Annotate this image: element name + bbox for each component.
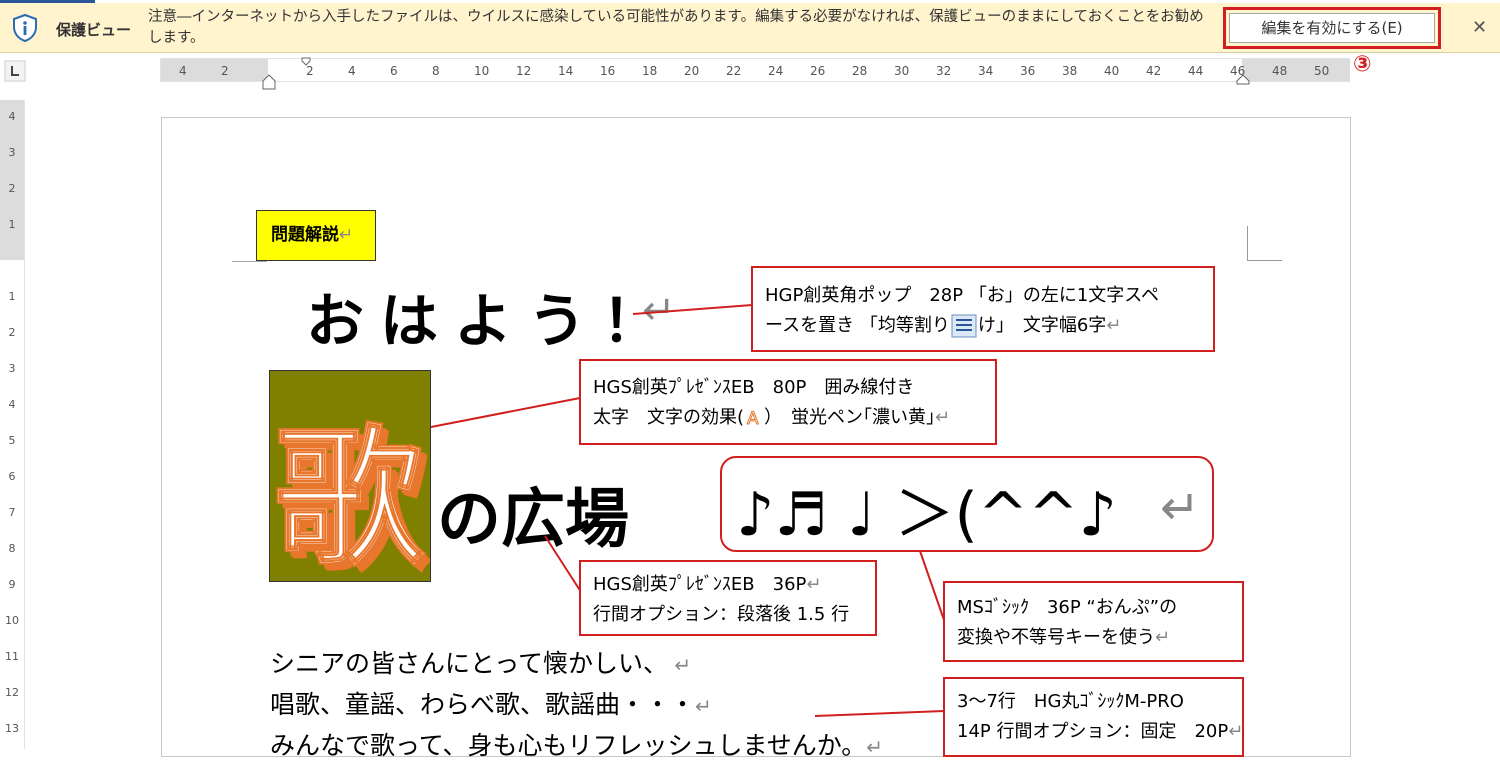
ruler-number: 10: [474, 64, 490, 78]
ruler-number: 32: [936, 64, 952, 78]
ruler-number: 11: [5, 650, 19, 663]
label-problem-explanation: 問題解説↵: [256, 210, 376, 261]
callout-hiroba-line-2: 行間オプション：段落後 1.5 行: [593, 604, 850, 625]
ruler-number: 24: [768, 64, 784, 78]
callout-hiroba: HGS創英ﾌﾟﾚｾﾞﾝｽEB 36P↵ 行間オプション：段落後 1.5 行: [579, 560, 877, 636]
ruler-number: 20: [684, 64, 700, 78]
svg-text:A: A: [747, 409, 759, 428]
ruler-number: 4: [8, 398, 16, 411]
vertical-ruler[interactable]: 4 3 2 1 1 2 3 4 5 6 7 8 9 10 11 12 13: [0, 100, 25, 749]
ruler-number: 3: [8, 362, 16, 375]
ruler-number: 6: [8, 470, 16, 483]
ruler-number: 7: [8, 506, 16, 519]
close-icon[interactable]: ✕: [1472, 17, 1487, 39]
ruler-number: 18: [642, 64, 658, 78]
ruler-number: 38: [1062, 64, 1078, 78]
ruler-number: 4: [348, 64, 356, 78]
ruler-number: 6: [390, 64, 398, 78]
body-line-2: 唱歌、童謡、わらべ歌、歌謡曲・・・↵: [270, 690, 712, 719]
ruler-number: 2: [8, 326, 16, 339]
protected-view-message: 注意―インターネットから入手したファイルは、ウイルスに感染している可能性がありま…: [148, 9, 1204, 46]
body-line-1: シニアの皆さんにとって懐かしい、 ↵: [270, 649, 692, 678]
callout-hiroba-line-1: HGS創英ﾌﾟﾚｾﾞﾝｽEB 36P↵: [593, 574, 822, 595]
protected-view-bar: 保護ビュー 注意―インターネットから入手したファイルは、ウイルスに感染している可…: [0, 3, 1500, 53]
horizontal-ruler[interactable]: 4 2 2 4 6 8 10 12 14 16 18 20 22 24 26 28 30 32 34 36 38 40 42…: [160, 57, 1350, 90]
callout-greeting: HGP創英角ポップ 28P 「お」の左に1文字スペ ースを置き 「均等割り け」 …: [751, 266, 1215, 352]
callout-body-line-1: 3～7行 HG丸ｺﾞｼｯｸM-PRO: [957, 691, 1184, 712]
right-indent-icon[interactable]: [1236, 73, 1250, 85]
ruler-number: 12: [5, 686, 19, 699]
music-notes-line: ♪♬ ♩ ＞(^^♪: [736, 480, 1117, 550]
shield-info-icon: [13, 13, 37, 43]
callout-uta-line-2: 太字 文字の効果(A） 蛍光ペン｢濃い黄｣↵: [593, 407, 951, 430]
ruler-number: 16: [600, 64, 616, 78]
ruler-number: 12: [516, 64, 532, 78]
ruler-number: 10: [5, 614, 19, 627]
ruler-number: 42: [1146, 64, 1162, 78]
distributed-align-icon: [951, 314, 977, 338]
ruler-number: 5: [8, 434, 16, 447]
ruler-number: 1: [8, 218, 16, 231]
callout-body-line-2: 14P 行間オプション：固定 20P↵: [957, 721, 1244, 742]
ruler-number: 36: [1020, 64, 1036, 78]
body-line-3: みんなで歌って、身も心もリフレッシュしませんか。↵: [270, 731, 884, 760]
ruler-top-margin: [0, 100, 24, 260]
enable-editing-button[interactable]: 編集を有効にする(E): [1229, 13, 1435, 43]
callout-uta: HGS創英ﾌﾟﾚｾﾞﾝｽEB 80P 囲み線付き 太字 文字の効果(A） 蛍光ペ…: [579, 359, 997, 445]
protected-view-title: 保護ビュー: [56, 21, 132, 39]
uta-title-char: 歌: [273, 411, 425, 582]
tab-selector-icon[interactable]: [4, 60, 26, 82]
ruler-number: 50: [1314, 64, 1330, 78]
greeting-heading: おはよう！: [306, 287, 677, 355]
ruler-number: 1: [8, 290, 16, 303]
callout-uta-line-1: HGS創英ﾌﾟﾚｾﾞﾝｽEB 80P 囲み線付き: [593, 377, 915, 398]
ruler-right-margin: [1242, 59, 1350, 81]
ruler-number: 4: [8, 110, 16, 123]
ruler-number: 28: [852, 64, 868, 78]
uta-title-box: 歌: [269, 370, 431, 582]
ruler-number: 13: [5, 722, 19, 735]
callout-notes: MSｺﾞｼｯｸ 36P “おんぷ”の 変換や不等号キーを使う↵: [943, 581, 1244, 662]
title-rest: の広場: [437, 483, 629, 557]
ruler-number: 4: [179, 64, 187, 78]
ruler-number: 34: [978, 64, 994, 78]
step-marker: ③: [1353, 52, 1372, 77]
callout-body: 3～7行 HG丸ｺﾞｼｯｸM-PRO 14P 行間オプション：固定 20P↵: [943, 677, 1244, 757]
ruler-number: 48: [1272, 64, 1288, 78]
ruler-number: 8: [432, 64, 440, 78]
ruler-number: 8: [8, 542, 16, 555]
ruler-left-margin: [161, 59, 268, 81]
ruler-number: 2: [221, 64, 229, 78]
ruler-number: 22: [726, 64, 742, 78]
ruler-number: 2: [8, 182, 16, 195]
paragraph-mark: ↵: [1160, 480, 1201, 536]
first-line-indent-icon[interactable]: [301, 57, 311, 67]
ruler-number: 9: [8, 578, 16, 591]
crop-mark: [1247, 226, 1282, 261]
callout-greeting-line-1: HGP創英角ポップ 28P 「お」の左に1文字スペ: [765, 285, 1160, 306]
ruler-number: 44: [1188, 64, 1204, 78]
ruler-number: 14: [558, 64, 574, 78]
callout-greeting-line-2: ースを置き 「均等割り け」 文字幅6字↵: [765, 314, 1122, 338]
callout-notes-line-2: 変換や不等号キーを使う↵: [957, 627, 1171, 648]
ruler-number: 40: [1104, 64, 1120, 78]
paragraph-mark: ↵: [642, 288, 676, 334]
hanging-indent-icon[interactable]: [262, 73, 276, 91]
ruler-number: 26: [810, 64, 826, 78]
ruler-number: 30: [894, 64, 910, 78]
ruler-number: 3: [8, 146, 16, 159]
callout-notes-line-1: MSｺﾞｼｯｸ 36P “おんぷ”の: [957, 597, 1178, 618]
text-effect-icon: A: [747, 409, 760, 430]
